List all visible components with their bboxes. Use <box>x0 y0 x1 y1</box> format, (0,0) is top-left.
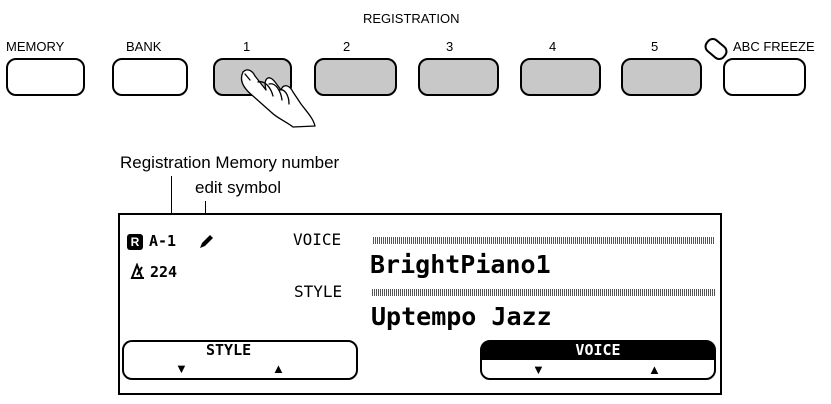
edit-symbol-annotation: edit symbol <box>195 178 281 197</box>
voice-hatch-bar <box>373 237 715 244</box>
bank-label: BANK <box>126 39 162 54</box>
voice-up-arrow-icon[interactable]: ▲ <box>648 362 661 377</box>
style-softkey-label: STYLE <box>206 341 252 359</box>
reg-2-label: 2 <box>343 39 351 54</box>
registration-label: REGISTRATION <box>363 11 460 26</box>
reg-memory-number-annotation: Registration Memory number <box>120 153 340 172</box>
abc-freeze-label: ABC FREEZE <box>733 39 815 54</box>
voice-name: BrightPiano1 <box>370 250 551 279</box>
voice-down-arrow-icon[interactable]: ▼ <box>532 362 545 377</box>
memory-label: MEMORY <box>6 39 65 54</box>
voice-label: VOICE <box>293 230 342 249</box>
registration-r-icon: R <box>127 234 143 250</box>
reg-4-label: 4 <box>549 39 557 54</box>
registration-4-button[interactable] <box>520 58 601 96</box>
registration-3-button[interactable] <box>418 58 499 96</box>
abc-freeze-led-icon <box>701 35 731 63</box>
reg-1-label: 1 <box>243 39 251 54</box>
pencil-edit-icon <box>200 235 213 248</box>
style-up-arrow-icon[interactable]: ▲ <box>272 361 285 376</box>
registration-2-button[interactable] <box>314 58 397 96</box>
voice-softkey[interactable]: VOICE ▼ ▲ <box>480 340 716 380</box>
style-down-arrow-icon[interactable]: ▼ <box>175 361 188 376</box>
bank-button[interactable] <box>112 58 188 96</box>
reg-5-label: 5 <box>651 39 659 54</box>
reg-3-label: 3 <box>446 39 454 54</box>
style-softkey[interactable]: STYLE ▼ ▲ <box>122 340 358 380</box>
style-hatch-bar <box>372 289 715 296</box>
voice-softkey-label: VOICE <box>575 341 621 359</box>
hand-pointer-icon <box>240 69 316 128</box>
metronome-icon <box>130 263 144 279</box>
memory-button[interactable] <box>6 58 85 96</box>
reg-memory-number: A-1 <box>149 232 177 250</box>
style-label: STYLE <box>294 282 343 301</box>
abc-freeze-button[interactable] <box>723 58 806 96</box>
style-name: Uptempo Jazz <box>371 302 552 331</box>
tempo-value: 224 <box>150 263 178 281</box>
registration-5-button[interactable] <box>621 58 702 96</box>
